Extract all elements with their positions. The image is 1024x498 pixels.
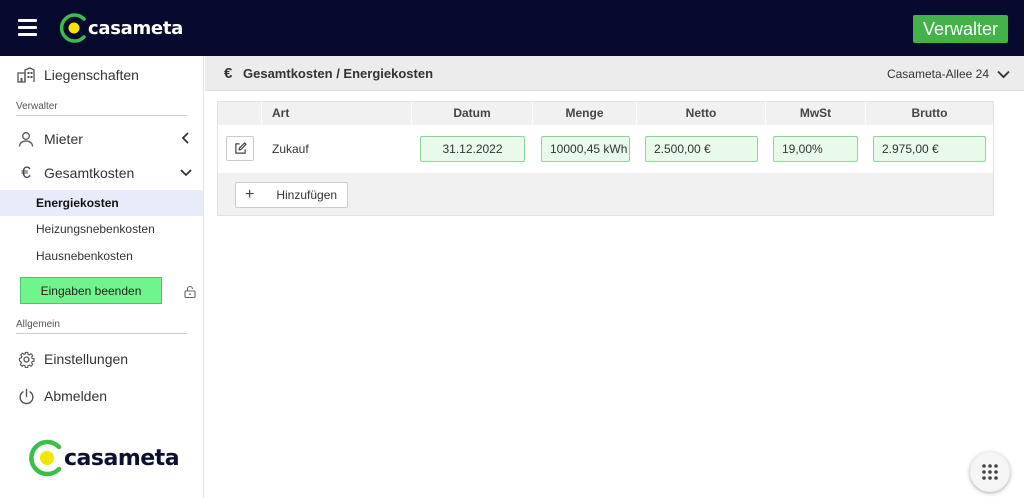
column-header-art: Art — [262, 102, 412, 124]
grid-icon — [982, 464, 998, 480]
person-icon — [17, 130, 35, 148]
table-row: Zukauf 31.12.2022 10000,45 kWh 2.500,00 … — [218, 125, 993, 173]
verwalter-button[interactable]: Verwalter — [912, 15, 1008, 43]
chevron-down-icon — [997, 70, 1010, 78]
edit-button[interactable] — [226, 136, 254, 161]
property-label: Casameta-Allee 24 — [886, 67, 989, 81]
power-icon — [17, 387, 35, 405]
euro-icon: € — [224, 65, 233, 82]
chevron-down-icon — [180, 169, 192, 177]
column-header-edit — [218, 102, 262, 124]
edit-icon — [234, 142, 247, 154]
logo-mark-icon — [29, 439, 62, 477]
page-title: Gesamtkosten / Energiekosten — [243, 66, 434, 81]
sidebar-item-gesamtkosten[interactable]: € Gesamtkosten — [0, 155, 203, 191]
logo-text: casameta — [64, 445, 180, 471]
sidebar-item-mieter[interactable]: Mieter — [0, 121, 203, 157]
logo-text: casameta — [88, 17, 183, 39]
netto-input[interactable]: 2.500,00 € — [645, 136, 758, 162]
column-header-datum: Datum — [412, 102, 533, 124]
page-header: € Gesamtkosten / Energiekosten Casameta-… — [205, 56, 1024, 91]
datum-input[interactable]: 31.12.2022 — [420, 136, 525, 162]
menge-input[interactable]: 10000,45 kWh — [541, 136, 630, 162]
lock-open-icon[interactable] — [184, 285, 196, 298]
sidebar-item-liegenschaften[interactable]: Liegenschaften — [0, 57, 203, 93]
mwst-input[interactable]: 19,00% — [773, 136, 858, 162]
cell-art: Zukauf — [272, 142, 309, 156]
sidebar-item-einstellungen[interactable]: Einstellungen — [0, 341, 203, 377]
property-select[interactable]: Casameta-Allee 24 — [887, 67, 1010, 81]
top-bar: casameta Verwalter — [0, 0, 1024, 56]
column-header-netto: Netto — [637, 102, 766, 124]
main-content: € Gesamtkosten / Energiekosten Casameta-… — [205, 56, 1024, 498]
logo[interactable]: casameta — [58, 11, 183, 45]
chevron-left-icon — [181, 132, 189, 144]
sidebar-subitem-hausnebenkosten[interactable]: Hausnebenkosten — [0, 243, 203, 269]
finish-input-button[interactable]: Eingaben beenden — [20, 277, 162, 304]
brutto-input[interactable]: 2.975,00 € — [873, 136, 986, 162]
logo-mark-icon — [59, 13, 86, 43]
add-button-label: Hinzufügen — [276, 188, 338, 202]
section-label-verwalter: Verwalter — [16, 101, 187, 116]
column-header-menge: Menge — [533, 102, 637, 124]
plus-icon: + — [245, 186, 255, 203]
sidebar-item-abmelden[interactable]: Abmelden — [0, 378, 203, 414]
building-icon — [17, 66, 35, 84]
gear-icon — [17, 350, 35, 368]
euro-icon: € — [21, 163, 31, 182]
section-label-allgemein: Allgemein — [16, 319, 187, 334]
bottom-logo: casameta — [27, 438, 180, 478]
sidebar-item-label: Einstellungen — [44, 351, 129, 367]
sidebar-item-label: Mieter — [44, 131, 83, 147]
sidebar-subitem-energiekosten[interactable]: Energiekosten — [0, 190, 203, 216]
sidebar-item-label: Gesamtkosten — [44, 165, 135, 181]
apps-grid-button[interactable] — [970, 452, 1010, 492]
sidebar: Liegenschaften Verwalter Mieter € Gesamt… — [0, 56, 204, 498]
sidebar-item-label: Abmelden — [44, 388, 108, 404]
sidebar-item-label: Liegenschaften — [44, 67, 139, 83]
column-header-brutto: Brutto — [911, 106, 948, 120]
menu-icon[interactable] — [18, 19, 37, 36]
sidebar-subitem-heizungsnebenkosten[interactable]: Heizungsnebenkosten — [0, 216, 203, 242]
add-button[interactable]: + Hinzufügen — [235, 182, 348, 208]
column-header-mwst: MwSt — [766, 102, 866, 124]
cost-table: Art Datum Menge Netto MwSt Brutto Zukauf… — [217, 101, 994, 216]
